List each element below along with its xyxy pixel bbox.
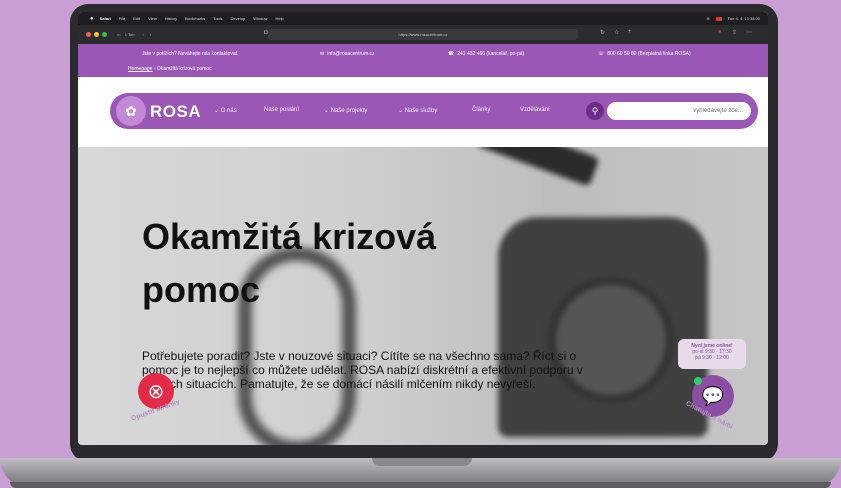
menu-view[interactable]: View (148, 16, 157, 21)
menu-bookmarks[interactable]: Bookmarks (185, 16, 205, 21)
more-icon[interactable]: ⋯ (746, 29, 752, 36)
menu-file[interactable]: File (119, 16, 125, 21)
nav-item-nase-sluzby[interactable]: ⌄ Naše služby (398, 107, 437, 114)
menu-tools[interactable]: Tools (213, 16, 222, 21)
laptop-shadow (10, 482, 831, 488)
breadcrumb: Homepage › Okamžitá krizová pomoc (128, 66, 212, 72)
menu-edit[interactable]: Edit (133, 16, 140, 21)
menu-help[interactable]: Help (275, 16, 283, 21)
nav-item-clanky[interactable]: Články (472, 107, 490, 113)
flower-logo-icon[interactable]: ✿ (116, 96, 146, 126)
menubar-app[interactable]: Safari (100, 16, 111, 21)
nav-item-o-nas[interactable]: ⌄ O nás (214, 107, 237, 114)
hero-section: Okamžitá krizová pomoc Potřebujete porad… (78, 147, 768, 445)
breadcrumb-separator: › (153, 66, 156, 72)
new-tab-icon[interactable]: + (628, 29, 632, 35)
online-indicator (694, 377, 702, 385)
help-text-label: Jste v potížích? Neváhejte nás kontaktov… (142, 51, 239, 57)
record-icon[interactable] (715, 16, 722, 21)
main-nav: ✿ ROSA ⌄ O nás Naše poslání ⌄ Naše proje… (110, 93, 758, 129)
search-icon[interactable]: ⚲ (586, 102, 604, 120)
menu-history[interactable]: History (165, 16, 177, 21)
help-text: Jste v potížích? Neváhejte nás kontaktov… (142, 51, 238, 57)
helpline-text[interactable]: 800 60 50 80 (Bezplatná linka ROSA) (607, 51, 690, 57)
share-icon[interactable]: ⇧ (732, 29, 737, 36)
menu-window[interactable]: Window (253, 16, 267, 21)
online-status-box: Nyní jsme online! po-st 9:30 - 17:30 pá … (678, 339, 746, 369)
menu-develop[interactable]: Develop (231, 16, 246, 21)
mac-menubar: ● Safari File Edit View History Bookmark… (78, 12, 768, 25)
online-hours-2: pá 9:30 - 12:00 (695, 355, 729, 361)
helpline-link[interactable]: ☏ 800 60 50 80 (Bezplatná linka ROSA) (598, 51, 691, 57)
office-phone-link[interactable]: ☎ 241 432 466 (kancelář, po-pá) (448, 51, 524, 57)
office-phone-text[interactable]: 241 432 466 (kancelář, po-pá) (457, 51, 524, 57)
star-icon[interactable]: ☆ (614, 29, 619, 36)
tab-count[interactable]: 1 Tab (125, 32, 135, 37)
nav-item-nase-poslani[interactable]: Naše poslání (264, 107, 299, 113)
telephone-cradle-image (476, 147, 600, 187)
forward-icon[interactable]: › (150, 32, 151, 37)
wifi-icon[interactable]: ≋ (706, 16, 709, 21)
contact-bar: Jste v potížích? Neváhejte nás kontaktov… (78, 44, 768, 77)
extension-icon[interactable]: ● (718, 29, 722, 35)
maximize-window-icon[interactable] (102, 32, 107, 37)
close-window-icon[interactable] (86, 32, 91, 37)
phone-icon: ☎ (448, 51, 455, 57)
browser-toolbar: ▭ 1 Tab ‹ › ◘ https://www.rosacentrum.cz… (78, 25, 768, 44)
clock[interactable]: Tue 4. 4. 13:38:00 (728, 16, 760, 21)
breadcrumb-home[interactable]: Homepage (128, 66, 152, 72)
nav-item-vzdelavani[interactable]: Vzdělávání (520, 107, 550, 113)
url-bar[interactable]: https://www.rosacentrum.cz (268, 29, 578, 40)
email-link[interactable]: ✉ info@rosacentrum.cz (320, 51, 375, 57)
lifebuoy-icon: ⊗ (147, 380, 165, 403)
laptop-notch (372, 458, 472, 466)
url-text[interactable]: https://www.rosacentrum.cz (399, 32, 448, 37)
reload-icon[interactable]: ↻ (600, 29, 605, 36)
hero-description: Potřebujete poradit? Jste v nouzové situ… (142, 349, 583, 391)
chat-bubbles-icon: 💬 (701, 385, 725, 406)
nav-item-nase-projekty[interactable]: ⌄ Naše projekty (324, 107, 367, 114)
logo-text[interactable]: ROSA (150, 102, 201, 122)
email-text[interactable]: info@rosacentrum.cz (327, 51, 374, 57)
breadcrumb-current: Okamžitá krizová pomoc (156, 66, 212, 72)
laptop-screen: ● Safari File Edit View History Bookmark… (78, 12, 768, 445)
mail-icon: ✉ (320, 51, 325, 57)
helpline-icon: ☏ (598, 51, 605, 57)
page-title: Okamžitá krizová pomoc (142, 216, 437, 310)
apple-icon[interactable]: ● (90, 16, 94, 22)
minimize-window-icon[interactable] (94, 32, 99, 37)
back-icon[interactable]: ‹ (143, 32, 144, 37)
header: ✿ ROSA ⌄ O nás Naše poslání ⌄ Naše proje… (78, 77, 768, 147)
sidebar-icon[interactable]: ▭ (117, 32, 121, 37)
menubar-status: ≋ Tue 4. 4. 13:38:00 (706, 12, 760, 25)
search-input[interactable] (607, 102, 751, 120)
